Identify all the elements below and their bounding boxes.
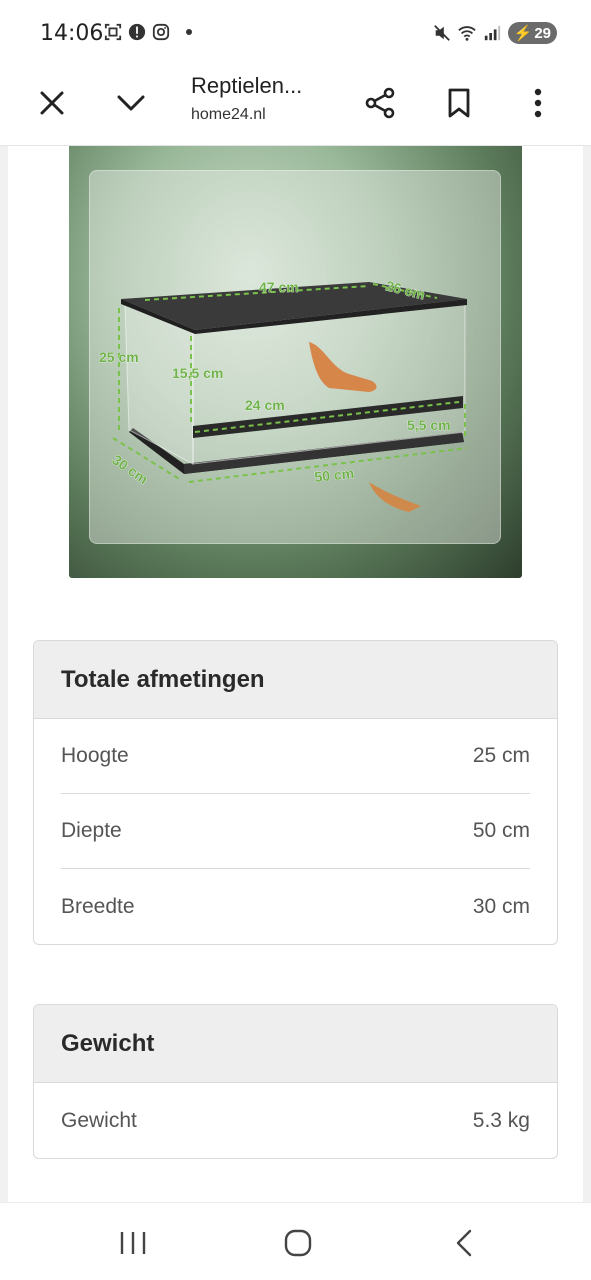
close-icon bbox=[40, 91, 64, 115]
screenshot-icon bbox=[104, 23, 122, 41]
back-icon bbox=[456, 1229, 472, 1257]
minimize-button[interactable] bbox=[106, 78, 156, 128]
spec-table-weight: Gewicht Gewicht 5.3 kg bbox=[33, 1004, 558, 1159]
more-vertical-icon bbox=[534, 88, 542, 118]
bookmark-icon bbox=[448, 88, 470, 118]
spec-value: 30 cm bbox=[472, 894, 530, 918]
page-title[interactable]: Reptielen... bbox=[191, 73, 302, 99]
recent-apps-icon bbox=[120, 1232, 146, 1254]
page-url[interactable]: home24.nl bbox=[191, 106, 266, 124]
spec-label: Breedte bbox=[61, 894, 135, 918]
share-button[interactable] bbox=[355, 78, 405, 128]
close-button[interactable] bbox=[27, 78, 77, 128]
dim-label-height: 25 cm bbox=[99, 349, 139, 365]
product-image[interactable]: 47 cm 26 cm 25 cm 15,5 cm 24 cm 5,5 cm 3… bbox=[69, 146, 522, 578]
bookmark-button[interactable] bbox=[434, 78, 484, 128]
page-edge-left bbox=[0, 146, 8, 1202]
spec-row: Diepte 50 cm bbox=[61, 794, 530, 869]
mute-icon bbox=[433, 25, 450, 41]
navigation-bar bbox=[0, 1202, 591, 1280]
dim-label-vent-height: 5,5 cm bbox=[407, 417, 451, 433]
signal-icon bbox=[484, 25, 500, 41]
battery-icon: ⚡ 29 bbox=[507, 22, 557, 44]
more-options-button[interactable] bbox=[513, 78, 563, 128]
battery-level: 29 bbox=[534, 24, 551, 42]
status-time: 14:06 bbox=[40, 21, 104, 46]
instagram-icon bbox=[152, 23, 170, 41]
spec-table-title: Gewicht bbox=[34, 1005, 557, 1083]
web-content: 47 cm 26 cm 25 cm 15,5 cm 24 cm 5,5 cm 3… bbox=[0, 146, 591, 1202]
spec-value: 5.3 kg bbox=[472, 1108, 530, 1132]
home-button[interactable] bbox=[278, 1223, 318, 1263]
dim-label-bottom-length: 50 cm bbox=[314, 465, 355, 485]
more-notifications-dot bbox=[186, 29, 192, 35]
spec-row: Breedte 30 cm bbox=[61, 869, 530, 944]
back-button[interactable] bbox=[444, 1223, 484, 1263]
spec-table-title: Totale afmetingen bbox=[34, 641, 557, 719]
alert-icon bbox=[128, 23, 146, 41]
spec-table-dimensions: Totale afmetingen Hoogte 25 cm Diepte 50… bbox=[33, 640, 558, 945]
recent-apps-button[interactable] bbox=[113, 1223, 153, 1263]
spec-label: Gewicht bbox=[61, 1108, 137, 1132]
notification-icons bbox=[104, 23, 192, 41]
dim-label-top-length: 47 cm bbox=[259, 279, 299, 295]
system-icons: ⚡ 29 bbox=[433, 22, 557, 44]
charging-icon: ⚡ bbox=[513, 25, 533, 42]
spec-row: Gewicht 5.3 kg bbox=[61, 1083, 530, 1158]
status-bar: 14:06 ⚡ 29 bbox=[0, 0, 591, 66]
terrarium-dimension-diagram: 47 cm 26 cm 25 cm 15,5 cm 24 cm 5,5 cm 3… bbox=[99, 277, 468, 512]
home-icon bbox=[284, 1229, 312, 1257]
share-icon bbox=[365, 87, 395, 119]
chevron-down-icon bbox=[117, 95, 145, 111]
browser-toolbar: Reptielen... home24.nl bbox=[0, 66, 591, 146]
dim-label-inner-length: 24 cm bbox=[245, 397, 285, 413]
spec-row: Hoogte 25 cm bbox=[61, 719, 530, 794]
wifi-icon bbox=[457, 26, 476, 41]
spec-value: 50 cm bbox=[472, 819, 530, 842]
spec-label: Hoogte bbox=[61, 744, 129, 767]
page-edge-right bbox=[583, 146, 591, 1202]
dim-label-inner-height: 15,5 cm bbox=[172, 365, 223, 381]
spec-label: Diepte bbox=[61, 819, 122, 842]
spec-value: 25 cm bbox=[472, 744, 530, 767]
